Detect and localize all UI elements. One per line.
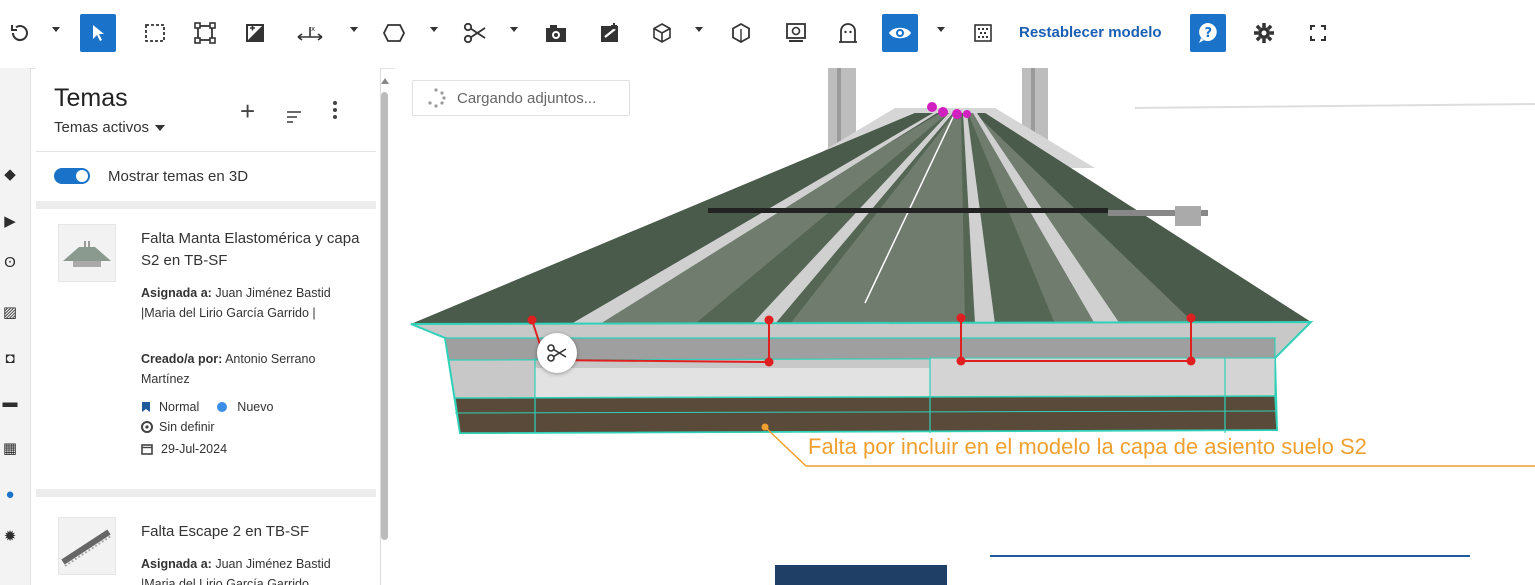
- eye-icon[interactable]: [882, 14, 918, 52]
- bottom-panel: [947, 556, 1535, 585]
- issue-assignees: Asignada a: Juan Jiménez Bastid |Maria d…: [141, 283, 366, 323]
- show-issues-3d-row: Mostrar temas en 3D: [54, 164, 248, 188]
- cube-icon[interactable]: [644, 14, 680, 52]
- panel-title: Temas: [54, 84, 128, 112]
- strip-camera-icon[interactable]: ◘: [2, 350, 18, 367]
- issues-filter-dropdown[interactable]: Temas activos: [54, 119, 166, 136]
- measure-dropdown-icon[interactable]: [350, 27, 358, 32]
- issue-priority: Normal: [159, 400, 200, 414]
- markup-annotation-text: Falta por incluir en el modelo la capa d…: [808, 434, 1367, 459]
- spinner-icon: [428, 88, 446, 108]
- add-issue-icon[interactable]: +: [240, 96, 255, 127]
- pattern-icon[interactable]: [965, 14, 1001, 52]
- issue-icon[interactable]: [592, 14, 628, 52]
- strip-table-icon[interactable]: ▦: [2, 440, 18, 457]
- issue-assignees: Asignada a: Juan Jiménez Bastid |Maria d…: [141, 554, 366, 585]
- section-cut-handle[interactable]: [537, 333, 577, 373]
- main-toolbar: x Restablecer modelo ?: [0, 0, 1535, 69]
- strip-issues-icon[interactable]: ●: [2, 486, 18, 503]
- strip-layers-icon[interactable]: ▬: [2, 394, 18, 411]
- issue-title[interactable]: Falta Manta Elastomérica y capa S2 en TB…: [141, 228, 361, 272]
- issue-status: Nuevo: [237, 400, 274, 414]
- divider: [36, 489, 376, 497]
- bridge-section-render[interactable]: [395, 68, 1535, 585]
- issue-date-row: 29-Jul-2024: [141, 442, 227, 456]
- calendar-icon: [141, 444, 153, 455]
- issue-date: 29-Jul-2024: [161, 442, 228, 456]
- rotate-icon[interactable]: [2, 14, 38, 52]
- show-issues-3d-label: Mostrar temas en 3D: [108, 167, 249, 185]
- scissor-dropdown-icon[interactable]: [510, 27, 518, 32]
- shape-dropdown-icon[interactable]: [430, 27, 438, 32]
- bottom-panel-tab[interactable]: [775, 565, 947, 585]
- divider: [36, 201, 376, 209]
- issue-thumbnail: [58, 224, 116, 282]
- issue-card[interactable]: Falta Manta Elastomérica y capa S2 en TB…: [36, 209, 376, 489]
- chevron-down-icon: [155, 125, 166, 132]
- bookmark-icon: [142, 402, 150, 412]
- divider: [36, 151, 376, 152]
- fit-icon[interactable]: [187, 14, 223, 52]
- issue-creator: Creado/a por: Antonio Serrano Martínez: [141, 349, 366, 389]
- bottom-panel-accent: [990, 555, 1470, 557]
- panel-scrollbar[interactable]: [381, 92, 388, 540]
- cube-outline-icon[interactable]: [723, 14, 759, 52]
- loading-text: Cargando adjuntos...: [457, 89, 597, 107]
- status-dot-icon: [217, 402, 228, 412]
- scissor-icon: [547, 344, 567, 362]
- ghost-icon[interactable]: [830, 14, 866, 52]
- sort-icon[interactable]: [286, 104, 302, 130]
- rotate-dropdown-icon[interactable]: [52, 27, 60, 32]
- assigned-label: Asignada a:: [141, 557, 212, 571]
- issue-card[interactable]: Falta Escape 2 en TB-SF Asignada a: Juan…: [36, 497, 376, 585]
- clip-box-icon[interactable]: [237, 14, 273, 52]
- strip-cube-icon[interactable]: ◆: [2, 166, 18, 183]
- help-icon[interactable]: ?: [1190, 14, 1226, 52]
- created-label: Creado/a por:: [141, 352, 223, 366]
- issue-title[interactable]: Falta Escape 2 en TB-SF: [141, 521, 361, 543]
- fullscreen-icon[interactable]: [1300, 14, 1336, 52]
- box-select-icon[interactable]: [137, 14, 173, 52]
- scissor-icon[interactable]: [457, 14, 493, 52]
- svg-text:x: x: [311, 25, 315, 33]
- reset-model-button[interactable]: Restablecer modelo: [1019, 24, 1162, 41]
- monitor-icon[interactable]: [778, 14, 814, 52]
- issue-priority-status: Normal Nuevo: [141, 400, 273, 414]
- issues-filter-label: Temas activos: [54, 119, 150, 136]
- scroll-up-icon[interactable]: [381, 78, 389, 84]
- left-tool-strip: ◆ ▶ ʘ ▨ ◘ ▬ ▦ ● ✹: [0, 68, 31, 585]
- eye-dropdown-icon[interactable]: [937, 27, 945, 32]
- strip-gear-icon[interactable]: ✹: [2, 528, 18, 545]
- 3d-viewport[interactable]: [395, 68, 1535, 585]
- measure-icon[interactable]: x: [292, 14, 328, 52]
- cube-dropdown-icon[interactable]: [695, 27, 703, 32]
- strip-link-icon[interactable]: ʘ: [2, 254, 18, 271]
- strip-play-icon[interactable]: ▶: [2, 213, 18, 230]
- gear-icon[interactable]: [1246, 14, 1282, 52]
- issue-thumbnail: [58, 517, 116, 575]
- strip-edit-icon[interactable]: ▨: [2, 304, 18, 321]
- issue-type: Sin definir: [159, 420, 215, 434]
- type-icon: [141, 421, 153, 433]
- issue-type-row: Sin definir: [141, 420, 215, 434]
- more-options-icon[interactable]: [332, 100, 338, 126]
- show-issues-3d-toggle[interactable]: [54, 168, 90, 184]
- loading-attachments-indicator: Cargando adjuntos...: [412, 80, 630, 116]
- issues-panel: Temas Temas activos + Mostrar temas en 3…: [36, 68, 381, 585]
- camera-icon[interactable]: [538, 14, 574, 52]
- shape-icon[interactable]: [376, 14, 412, 52]
- svg-text:?: ?: [1205, 26, 1213, 41]
- assigned-label: Asignada a:: [141, 286, 212, 300]
- select-pointer-icon[interactable]: [80, 14, 116, 52]
